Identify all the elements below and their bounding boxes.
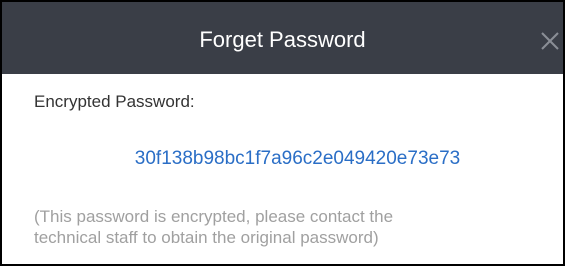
- close-button[interactable]: [537, 28, 563, 54]
- encryption-note-line-1: (This password is encrypted, please cont…: [34, 207, 394, 226]
- encryption-note: (This password is encrypted, please cont…: [34, 206, 554, 248]
- dialog-title: Forget Password: [199, 27, 366, 52]
- encryption-note-line-2: technical staff to obtain the original p…: [34, 228, 379, 247]
- close-icon: [541, 32, 559, 50]
- encrypted-password-label: Encrypted Password:: [34, 92, 195, 111]
- forget-password-dialog: Forget Password Encrypted Password: 30f1…: [0, 0, 565, 266]
- encrypted-password-value: 30f138b98bc1f7a96c2e049420e73e73: [134, 148, 461, 169]
- dialog-titlebar: Forget Password: [2, 2, 563, 74]
